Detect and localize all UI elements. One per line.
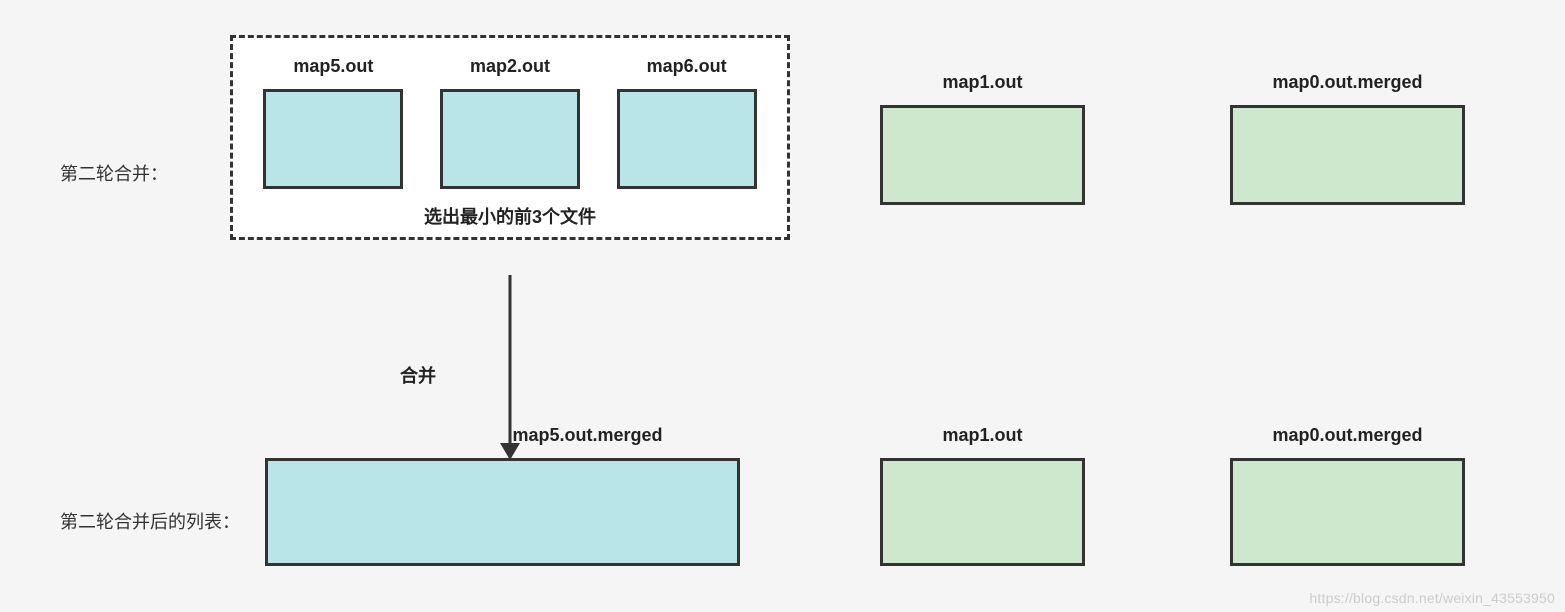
file-map5-out: map5.out: [263, 56, 403, 189]
file-label: map5.out: [293, 56, 373, 77]
file-map2-out: map2.out: [440, 56, 580, 189]
file-box: [880, 105, 1085, 205]
file-map0-out-merged-bottom: map0.out.merged: [1230, 425, 1465, 566]
file-map1-out-bottom: map1.out: [880, 425, 1085, 566]
group-inner-row: map5.out map2.out map6.out: [233, 56, 787, 189]
file-map6-out: map6.out: [617, 56, 757, 189]
file-box: [1230, 458, 1465, 566]
file-box: [265, 458, 740, 566]
row-label-after-merge: 第二轮合并后的列表：: [60, 508, 240, 534]
file-box: [880, 458, 1085, 566]
file-label: map0.out.merged: [1272, 425, 1422, 446]
group-caption: 选出最小的前3个文件: [233, 203, 787, 229]
file-label: map5.out.merged: [512, 425, 662, 446]
file-label: map0.out.merged: [1272, 72, 1422, 93]
file-box: [617, 89, 757, 189]
file-label: map1.out: [942, 72, 1022, 93]
arrow-label: 合并: [400, 362, 436, 388]
selected-files-group: map5.out map2.out map6.out 选出最小的前3个文件: [230, 35, 790, 240]
file-map0-out-merged-top: map0.out.merged: [1230, 72, 1465, 205]
row-label-merge-round-2: 第二轮合并：: [60, 160, 168, 186]
file-map1-out-top: map1.out: [880, 72, 1085, 205]
file-label: map1.out: [942, 425, 1022, 446]
file-box: [263, 89, 403, 189]
file-box: [1230, 105, 1465, 205]
file-label: map2.out: [470, 56, 550, 77]
file-label: map6.out: [647, 56, 727, 77]
watermark: https://blog.csdn.net/weixin_43553950: [1309, 590, 1555, 606]
file-box: [440, 89, 580, 189]
file-map5-out-merged: map5.out.merged: [265, 425, 740, 566]
